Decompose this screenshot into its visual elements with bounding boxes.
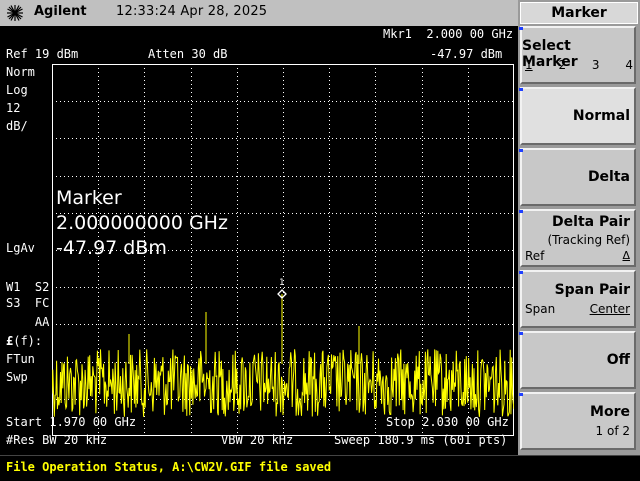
- ref-level: Ref 19 dBm: [6, 47, 79, 61]
- span-pair-label: Span Pair: [554, 282, 630, 298]
- select-marker-button[interactable]: Select Marker 1 2 3 4: [519, 26, 636, 84]
- spur-lines: [128, 294, 360, 364]
- date: Apr 28, 2025: [180, 4, 268, 19]
- agilent-logo-icon: [7, 5, 23, 21]
- marker-amp-readout: -47.97 dBm: [430, 47, 503, 61]
- delta-label: Delta: [587, 169, 630, 185]
- delta-pair-delta: Δ: [622, 249, 630, 262]
- title-bar: Agilent 12:33:24 Apr 28, 2025: [0, 0, 518, 27]
- trace-line: [52, 349, 514, 417]
- start-freq: Start 1.970 00 GHz: [6, 415, 137, 429]
- scale-value: 12: [6, 101, 21, 115]
- sweep-time: Sweep 180.9 ms (601 pts): [334, 433, 508, 447]
- scale-type: Norm: [6, 65, 35, 79]
- normal-label: Normal: [572, 108, 630, 124]
- scale-unit: dB/: [6, 119, 28, 133]
- delta-pair-ref: Ref: [525, 249, 545, 263]
- span-pair-span: Span: [525, 302, 556, 316]
- spectrum-display: Mkr1 2.000 00 GHz -47.97 dBm Ref 19 dBm …: [0, 26, 518, 454]
- more-sub: 1 of 2: [595, 424, 630, 438]
- more-label: More: [590, 404, 630, 420]
- marker-num-3: 3: [591, 58, 600, 72]
- function-label: £(f):: [6, 335, 42, 347]
- status-text: File Operation Status, A:\CW2V.GIF file …: [6, 460, 332, 474]
- accent-mark: [519, 149, 523, 152]
- datetime: 12:33:24 Apr 28, 2025: [116, 4, 267, 19]
- attenuation: Atten 30 dB: [148, 47, 228, 61]
- accent-mark: [519, 271, 523, 274]
- span-pair-button[interactable]: Span Pair Span Center: [519, 270, 636, 328]
- marker-num-1: 1: [525, 58, 533, 72]
- sweep-label: Swp: [6, 370, 28, 384]
- accent-mark: [519, 210, 523, 213]
- time: 12:33:24: [116, 4, 176, 19]
- softkey-menu: Marker Select Marker 1 2 3 4 Normal Delt…: [518, 0, 640, 455]
- accent-mark: [519, 393, 523, 396]
- marker-freq: 2.000000000 GHz: [56, 212, 228, 234]
- accent-mark: [519, 27, 523, 30]
- delta-pair-button[interactable]: Delta Pair (Tracking Ref) Ref Δ: [519, 209, 636, 267]
- delta-pair-label: Delta Pair: [552, 214, 630, 230]
- off-button[interactable]: Off: [519, 331, 636, 389]
- delta-pair-sub: (Tracking Ref): [547, 233, 630, 247]
- ftun-label: FTun: [6, 352, 35, 366]
- accent-mark: [519, 88, 523, 91]
- accent-mark: [519, 332, 523, 335]
- trace-mode-1: W1 S2: [6, 280, 50, 294]
- scale-mode: Log: [6, 83, 28, 97]
- marker-number: 1: [279, 278, 284, 288]
- menu-title: Marker: [520, 2, 638, 24]
- off-label: Off: [606, 352, 630, 368]
- trace-mode-3: AA: [6, 315, 50, 329]
- vbw: VBW 20 kHz: [221, 433, 294, 447]
- avg-indicator: LgAv: [6, 241, 35, 255]
- marker-num-2: 2: [558, 58, 567, 72]
- marker-label: Marker: [56, 187, 122, 209]
- brand-name: Agilent: [34, 4, 87, 19]
- res-bw: #Res BW 20 kHz: [6, 433, 108, 447]
- marker-freq-readout: Mkr1 2.000 00 GHz: [383, 27, 514, 41]
- status-bar: File Operation Status, A:\CW2V.GIF file …: [0, 455, 640, 481]
- marker-num-4: 4: [625, 58, 633, 72]
- delta-button[interactable]: Delta: [519, 148, 636, 206]
- more-button[interactable]: More 1 of 2: [519, 392, 636, 450]
- trace-mode-2: S3 FC: [6, 296, 50, 310]
- marker-amp: -47.97 dBm: [56, 237, 167, 259]
- marker-number-row: 1 2 3 4: [525, 58, 633, 72]
- normal-button[interactable]: Normal: [519, 87, 636, 145]
- span-pair-center: Center: [589, 302, 630, 316]
- stop-freq: Stop 2.030 00 GHz: [386, 415, 509, 429]
- function-text: (f):: [13, 334, 43, 348]
